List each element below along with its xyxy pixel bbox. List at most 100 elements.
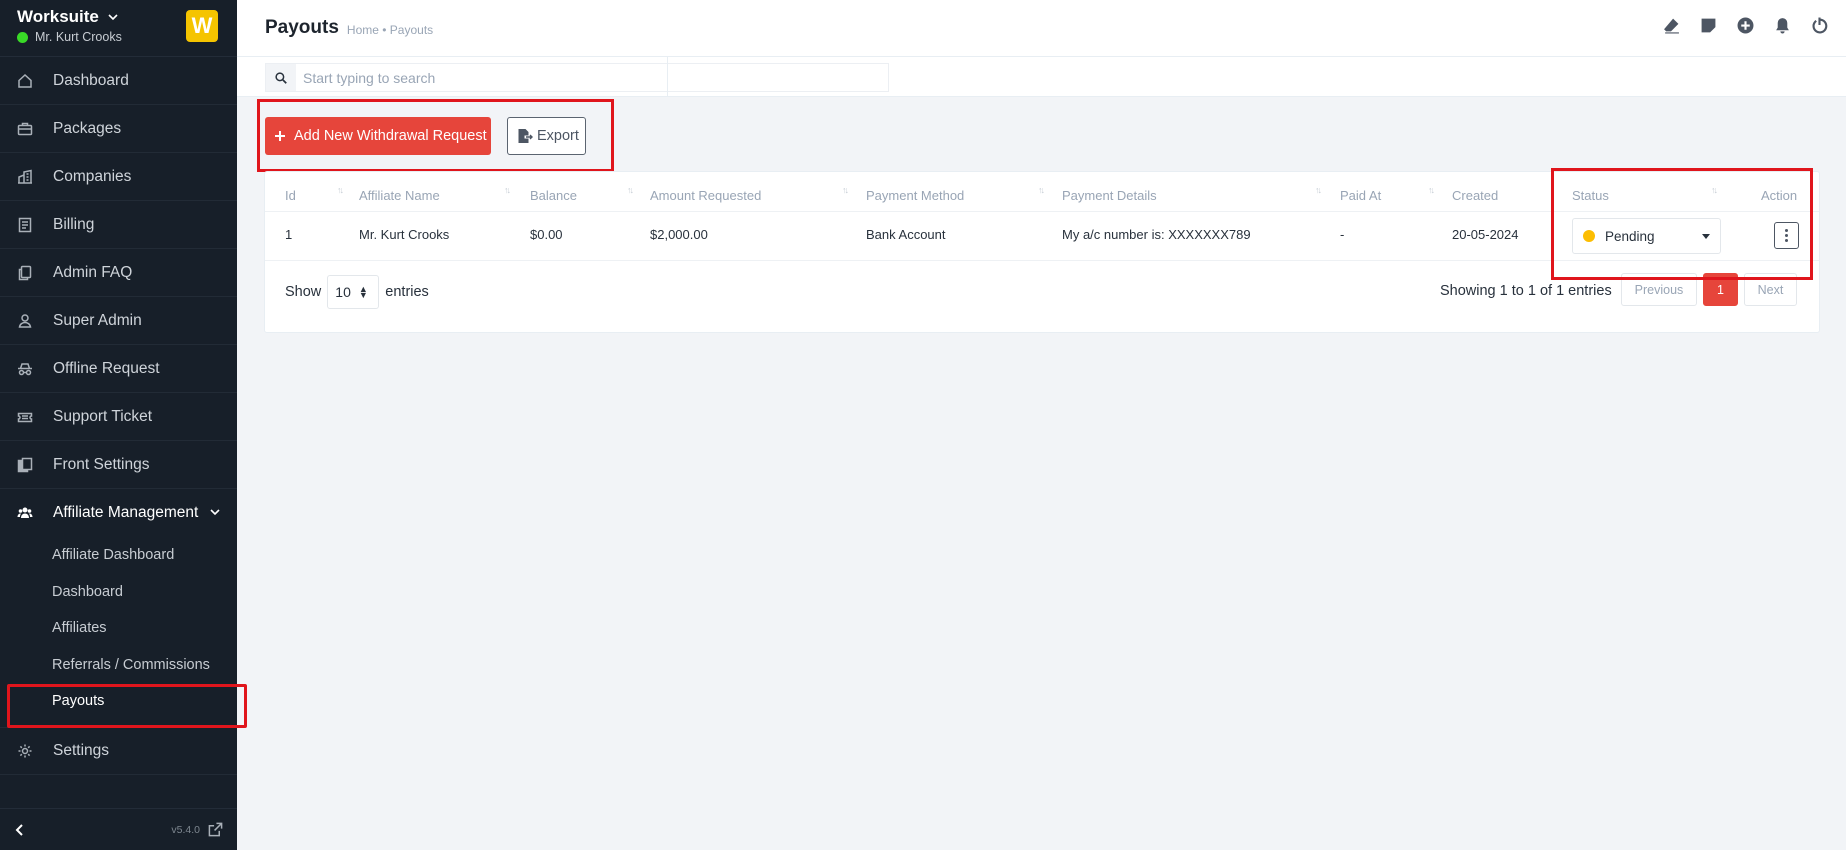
sidebar-subitem-referrals-commissions[interactable]: Referrals / Commissions xyxy=(52,647,237,684)
brand-name: Worksuite xyxy=(17,7,99,26)
building-icon xyxy=(18,169,32,184)
sidebar: Worksuite Mr. Kurt Crooks W Dashboard Pa… xyxy=(0,0,247,850)
people-icon xyxy=(17,507,33,518)
sort-icon: ↑↓ xyxy=(504,185,511,195)
cell-payment-details: My a/c number is: XXXXXXX789 xyxy=(1062,227,1251,242)
sidebar-item-affiliate-management[interactable]: Affiliate Management xyxy=(0,489,237,537)
file-export-icon xyxy=(518,129,533,143)
highlight-box xyxy=(1551,168,1813,280)
external-link-icon[interactable] xyxy=(208,822,223,837)
brand-header[interactable]: Worksuite Mr. Kurt Crooks W xyxy=(0,0,237,57)
chevron-down-icon[interactable] xyxy=(107,11,119,23)
search-icon xyxy=(266,64,296,91)
top-header: Payouts Home • Payouts xyxy=(237,0,1846,57)
breadcrumb[interactable]: Home • Payouts xyxy=(347,23,433,37)
sidebar-item-label: Companies xyxy=(53,167,132,185)
sort-icon: ↑↓ xyxy=(627,185,634,195)
sidebar-item-label: Front Settings xyxy=(53,455,150,473)
add-button-label: Add New Withdrawal Request xyxy=(294,128,487,144)
sidebar-item-super-admin[interactable]: Super Admin xyxy=(0,297,237,345)
sidebar-item-label: Offline Request xyxy=(53,359,160,377)
sort-icon: ↑↓ xyxy=(1428,185,1435,195)
sidebar-item-label: Super Admin xyxy=(53,311,142,329)
column-header-payment-details[interactable]: Payment Details xyxy=(1062,188,1157,203)
export-button-label: Export xyxy=(537,128,579,144)
show-label: Show xyxy=(285,284,322,300)
plus-icon xyxy=(275,131,285,141)
power-icon[interactable] xyxy=(1811,17,1828,34)
sort-icon: ↑↓ xyxy=(337,185,344,195)
entries-label: entries xyxy=(385,284,429,300)
sidebar-item-support-ticket[interactable]: Support Ticket xyxy=(0,393,237,441)
receipt-icon xyxy=(18,217,32,232)
cell-created: 20-05-2024 xyxy=(1452,227,1519,242)
app-version: v5.4.0 xyxy=(171,823,200,836)
cell-payment-method: Bank Account xyxy=(866,227,946,242)
divider xyxy=(667,57,668,97)
sidebar-item-packages[interactable]: Packages xyxy=(0,105,237,153)
column-header-balance[interactable]: Balance xyxy=(530,188,577,203)
sort-icon: ↑↓ xyxy=(842,185,849,195)
sidebar-subitem-payouts[interactable]: Payouts xyxy=(7,683,247,728)
export-button[interactable]: Export xyxy=(507,117,586,155)
cell-id: 1 xyxy=(285,227,293,242)
sort-icon: ↑↓ xyxy=(1038,185,1045,195)
logo: W xyxy=(186,10,218,42)
sticky-note-icon[interactable] xyxy=(1700,17,1717,34)
column-header-affiliate-name[interactable]: Affiliate Name xyxy=(359,188,440,203)
copy-icon xyxy=(18,265,32,280)
sidebar-subitem-affiliate-dashboard[interactable]: Affiliate Dashboard xyxy=(52,537,237,574)
house-icon xyxy=(18,73,32,88)
bell-icon[interactable] xyxy=(1774,17,1791,34)
sidebar-item-label: Affiliate Management xyxy=(53,504,199,521)
gear-icon xyxy=(18,744,32,757)
sort-icon: ↑↓ xyxy=(1315,185,1322,195)
sidebar-item-companies[interactable]: Companies xyxy=(0,153,237,201)
page-length-control: Show 10 ▲ ▼ entries xyxy=(285,275,429,309)
add-withdrawal-request-button[interactable]: Add New Withdrawal Request xyxy=(265,117,491,155)
collapse-sidebar-icon[interactable] xyxy=(14,823,26,837)
brand-user-name: Mr. Kurt Crooks xyxy=(35,30,122,44)
column-header-created[interactable]: Created xyxy=(1452,188,1498,203)
plus-circle-icon[interactable] xyxy=(1737,17,1754,34)
sort-updown-icon: ▲ ▼ xyxy=(358,284,368,300)
cell-amount-requested: $2,000.00 xyxy=(650,227,708,242)
sidebar-subitem-affiliates[interactable]: Affiliates xyxy=(52,610,237,647)
sidebar-item-billing[interactable]: Billing xyxy=(0,201,237,249)
affiliate-submenu: Affiliate Dashboard Dashboard Affiliates… xyxy=(0,537,247,728)
sidebar-item-label: Packages xyxy=(53,119,122,137)
page-length-value: 10 xyxy=(335,284,351,300)
cell-balance: $0.00 xyxy=(530,227,563,242)
page-title: Payouts xyxy=(265,17,339,38)
sidebar-item-settings[interactable]: Settings xyxy=(0,726,237,775)
sidebar-subitem-dashboard[interactable]: Dashboard xyxy=(52,574,237,611)
sidebar-item-label: Billing xyxy=(53,215,95,233)
sidebar-item-label: Dashboard xyxy=(53,71,129,89)
online-status-dot xyxy=(17,31,28,43)
cell-affiliate-name[interactable]: Mr. Kurt Crooks xyxy=(359,227,449,242)
sidebar-item-admin-faq[interactable]: Admin FAQ xyxy=(0,249,237,297)
column-header-payment-method[interactable]: Payment Method xyxy=(866,188,964,203)
sidebar-footer: v5.4.0 xyxy=(0,808,237,850)
column-header-paid-at[interactable]: Paid At xyxy=(1340,188,1381,203)
chevron-down-icon xyxy=(210,509,220,516)
search-input[interactable] xyxy=(296,69,876,86)
table-info: Showing 1 to 1 of 1 entries xyxy=(1440,283,1612,299)
files-icon xyxy=(17,457,33,472)
ticket-icon xyxy=(17,412,33,422)
search-box xyxy=(265,63,889,92)
column-header-amount-requested[interactable]: Amount Requested xyxy=(650,188,761,203)
sidebar-item-label: Settings xyxy=(53,741,110,759)
sidebar-item-label: Support Ticket xyxy=(53,407,153,425)
sidebar-item-offline-request[interactable]: Offline Request xyxy=(0,345,237,393)
page-length-select[interactable]: 10 ▲ ▼ xyxy=(327,275,380,309)
briefcase-icon xyxy=(17,122,33,135)
incognito-icon xyxy=(18,362,32,375)
sidebar-item-dashboard[interactable]: Dashboard xyxy=(0,57,237,105)
person-icon xyxy=(18,313,32,328)
sidebar-item-front-settings[interactable]: Front Settings xyxy=(0,441,237,489)
sidebar-item-label: Admin FAQ xyxy=(53,263,133,281)
eraser-icon[interactable] xyxy=(1663,17,1680,34)
search-bar xyxy=(237,57,1846,97)
column-header-id[interactable]: Id xyxy=(285,188,296,203)
